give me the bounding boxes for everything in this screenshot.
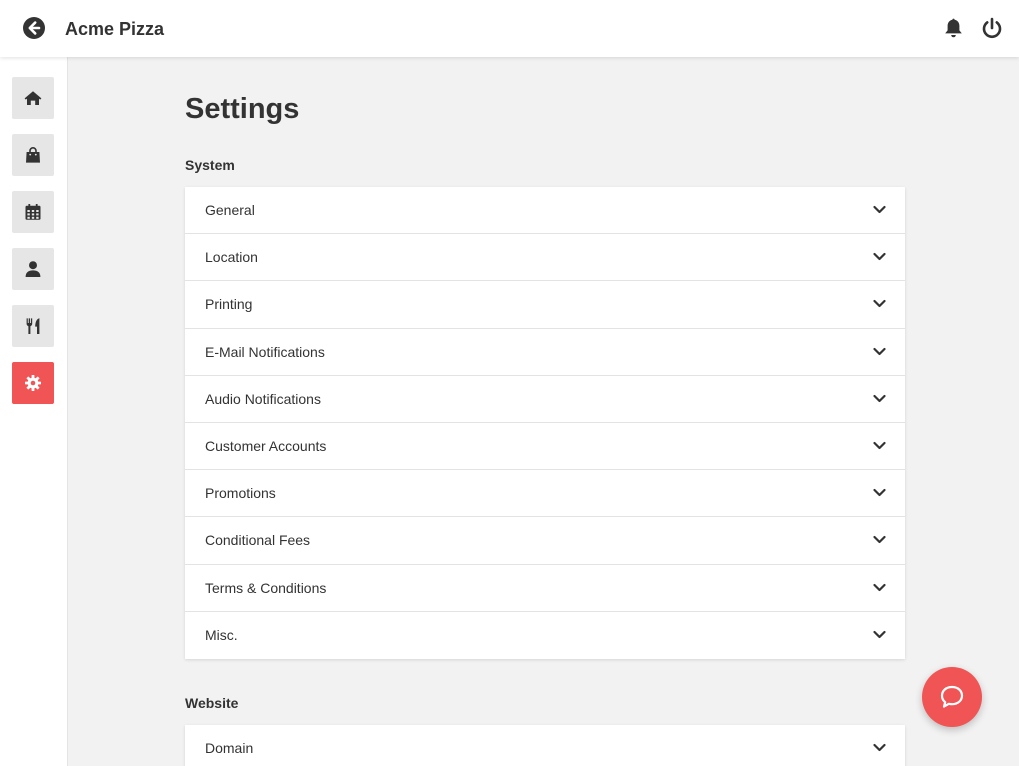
settings-row-label: Domain xyxy=(205,740,254,756)
bell-icon xyxy=(945,18,962,38)
logout-button[interactable] xyxy=(981,17,1003,39)
settings-row-label: Location xyxy=(205,249,258,266)
settings-row-audio-notifications[interactable]: Audio Notifications xyxy=(185,376,905,423)
sidebar-item-settings[interactable] xyxy=(12,362,54,404)
settings-row-label: Misc. xyxy=(205,626,238,643)
user-icon xyxy=(25,261,41,277)
settings-row-terms-conditions[interactable]: Terms & Conditions xyxy=(185,565,905,612)
chevron-down-icon xyxy=(873,743,886,752)
chevron-down-icon xyxy=(873,253,886,261)
gear-icon xyxy=(25,375,41,391)
sidebar-item-home[interactable] xyxy=(12,77,54,119)
utensils-icon xyxy=(26,318,40,334)
settings-row-label: E-Mail Notifications xyxy=(205,343,325,360)
settings-row-label: Printing xyxy=(205,296,253,313)
settings-row-email-notifications[interactable]: E-Mail Notifications xyxy=(185,329,905,376)
back-button[interactable] xyxy=(23,17,45,39)
sidebar-item-orders[interactable] xyxy=(12,134,54,176)
chevron-down-icon xyxy=(873,441,886,450)
page-title: Settings xyxy=(185,93,300,125)
settings-row-printing[interactable]: Printing xyxy=(185,281,905,329)
settings-row-label: Terms & Conditions xyxy=(205,579,327,596)
help-chat-button[interactable] xyxy=(922,667,982,727)
system-settings-panel: General Location Printing E-Mail Notific… xyxy=(185,187,905,659)
chevron-down-icon xyxy=(873,630,886,638)
chevron-down-icon xyxy=(873,583,886,591)
calendar-icon xyxy=(25,204,41,220)
settings-row-general[interactable]: General xyxy=(185,187,905,235)
settings-row-conditional-fees[interactable]: Conditional Fees xyxy=(185,517,905,565)
chat-bubble-icon xyxy=(940,685,964,708)
sidebar xyxy=(0,57,68,766)
settings-row-label: Promotions xyxy=(205,485,276,502)
settings-row-label: Audio Notifications xyxy=(205,390,321,407)
chevron-down-icon xyxy=(873,347,886,355)
settings-row-label: Customer Accounts xyxy=(205,437,327,454)
power-icon xyxy=(982,17,1002,39)
settings-row-location[interactable]: Location xyxy=(185,234,905,282)
shopping-bag-icon xyxy=(26,147,40,163)
chevron-down-icon xyxy=(873,394,886,402)
settings-row-label: Conditional Fees xyxy=(205,532,311,549)
notifications-button[interactable] xyxy=(943,17,964,39)
chevron-down-icon xyxy=(873,300,886,308)
chevron-down-icon xyxy=(873,536,886,544)
app-title: Acme Pizza xyxy=(65,19,165,39)
settings-row-customer-accounts[interactable]: Customer Accounts xyxy=(185,423,905,471)
settings-row-label: General xyxy=(205,202,255,218)
sidebar-item-calendar[interactable] xyxy=(12,191,54,233)
settings-row-promotions[interactable]: Promotions xyxy=(185,470,905,518)
home-icon xyxy=(24,91,42,105)
sidebar-item-menu[interactable] xyxy=(12,305,54,347)
section-label-system: System xyxy=(185,157,235,173)
arrow-circle-left-icon xyxy=(23,17,45,39)
website-settings-panel: Domain xyxy=(185,725,905,766)
chevron-down-icon xyxy=(873,489,886,497)
top-bar: Acme Pizza xyxy=(0,0,1019,57)
settings-row-domain[interactable]: Domain xyxy=(185,725,905,766)
settings-row-misc[interactable]: Misc. xyxy=(185,612,905,659)
sidebar-item-customers[interactable] xyxy=(12,248,54,290)
section-label-website: Website xyxy=(185,695,239,711)
chevron-down-icon xyxy=(873,205,886,214)
